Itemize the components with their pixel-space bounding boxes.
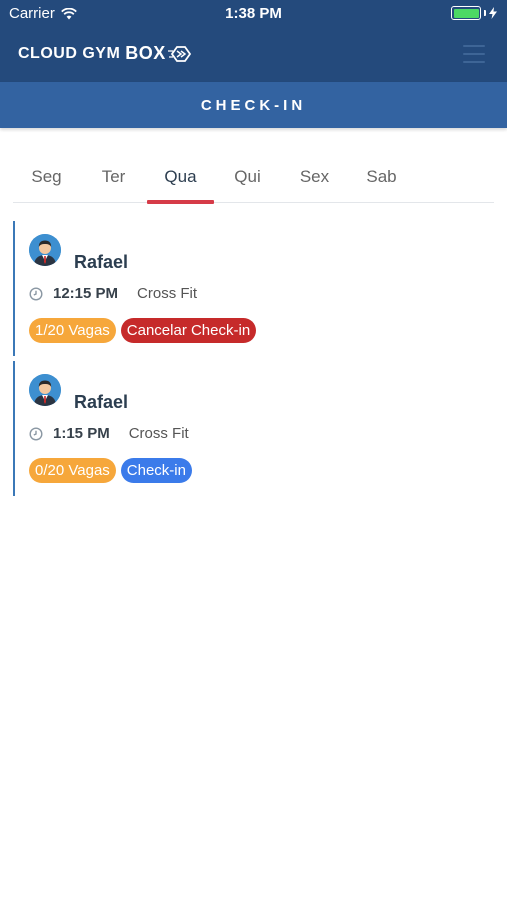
class-card-header: Rafael <box>29 374 128 412</box>
avatar <box>29 234 61 266</box>
class-time-row: 1:15 PM Cross Fit <box>29 425 189 442</box>
class-badges: 1/20 Vagas Cancelar Check-in <box>29 318 257 343</box>
tab-qui[interactable]: Qui <box>214 155 281 202</box>
battery-icon <box>451 6 497 20</box>
clock-icon <box>29 286 43 301</box>
person-avatar-icon <box>29 234 61 266</box>
class-name: Cross Fit <box>128 425 189 442</box>
app-bar: CLOUD GYM BOX <box>0 28 507 82</box>
class-card: Rafael 1:15 PM Cross Fit 0/20 Vagas Chec… <box>13 361 494 496</box>
logo-mark-icon <box>167 45 191 62</box>
vagas-badge: 0/20 Vagas <box>29 458 116 483</box>
logo-text-primary: CLOUD GYM <box>18 44 121 62</box>
class-name: Cross Fit <box>137 285 198 302</box>
vagas-badge: 1/20 Vagas <box>29 318 116 343</box>
person-avatar-icon <box>29 374 61 406</box>
logo-text-secondary: BOX <box>125 43 166 63</box>
hamburger-menu-icon[interactable] <box>463 45 485 63</box>
status-bar: Carrier 1:38 PM <box>0 0 507 28</box>
class-list: Rafael 12:15 PM Cross Fit 1/20 Vagas Can… <box>13 221 494 501</box>
class-badges: 0/20 Vagas Check-in <box>29 458 192 483</box>
tab-seg[interactable]: Seg <box>13 155 80 202</box>
class-card: Rafael 12:15 PM Cross Fit 1/20 Vagas Can… <box>13 221 494 356</box>
app-logo: CLOUD GYM BOX <box>18 43 194 64</box>
status-time: 1:38 PM <box>225 5 282 22</box>
avatar <box>29 374 61 406</box>
checkin-button[interactable]: Check-in <box>120 458 192 483</box>
class-time-row: 12:15 PM Cross Fit <box>29 285 197 302</box>
class-time: 12:15 PM <box>53 285 119 302</box>
app-header: Carrier 1:38 PM CLOUD GYM BOX <box>0 0 507 82</box>
class-time: 1:15 PM <box>53 425 110 442</box>
charging-bolt-icon <box>489 7 497 19</box>
weekday-tabs: Seg Ter Qua Qui Sex Sab <box>13 155 494 204</box>
class-card-header: Rafael <box>29 234 128 272</box>
page-title-bar: CHECK-IN <box>0 82 507 128</box>
instructor-name: Rafael <box>74 392 129 412</box>
tab-sab[interactable]: Sab <box>348 155 415 202</box>
tab-qua[interactable]: Qua <box>147 155 214 204</box>
page-title: CHECK-IN <box>200 96 307 114</box>
clock-icon <box>29 426 43 441</box>
tab-ter[interactable]: Ter <box>80 155 147 202</box>
tab-sex[interactable]: Sex <box>281 155 348 202</box>
cancel-checkin-button[interactable]: Cancelar Check-in <box>120 318 257 343</box>
instructor-name: Rafael <box>74 252 129 272</box>
